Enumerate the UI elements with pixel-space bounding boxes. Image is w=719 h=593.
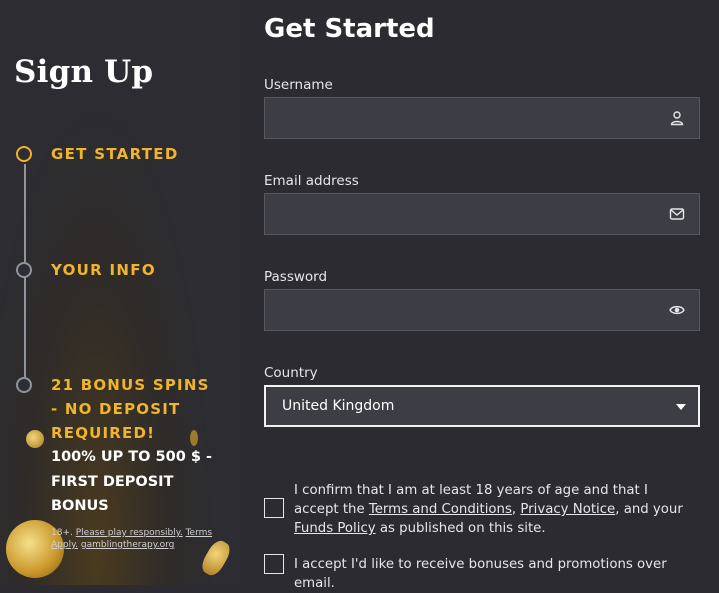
email-field[interactable] (264, 193, 700, 235)
fineprint: 18+. Please play responsibly. Terms Appl… (51, 527, 221, 551)
username-label: Username (264, 77, 333, 93)
password-field[interactable] (264, 289, 700, 331)
user-icon (670, 111, 684, 126)
email-input[interactable] (265, 194, 677, 234)
page-title: Get Started (264, 14, 435, 44)
email-label: Email address (264, 173, 359, 189)
age-terms-checkbox[interactable] (264, 498, 284, 518)
consent-text-part: as published on this site. (379, 521, 546, 536)
bonus-detail: 100% UP TO 500 $ - FIRST DEPOSIT BONUS (51, 449, 213, 514)
country-selected-value: United Kingdom (282, 398, 395, 414)
age-notice: 18+. (51, 528, 73, 538)
password-input[interactable] (265, 290, 677, 330)
eye-icon[interactable] (669, 302, 685, 318)
step-label-your-info: YOUR INFO (51, 261, 156, 279)
age-terms-consent-text: I confirm that I am at least 18 years of… (294, 481, 694, 538)
username-input[interactable] (265, 98, 677, 138)
terms-conditions-link[interactable]: Terms and Conditions (369, 502, 512, 517)
envelope-icon (669, 208, 685, 220)
chevron-down-icon (676, 404, 686, 410)
gamblingtherapy-link[interactable]: gamblingtherapy.org (81, 540, 175, 550)
email-promotions-checkbox[interactable] (264, 554, 284, 574)
coin-decoration (190, 430, 198, 446)
country-label: Country (264, 365, 318, 381)
coin-decoration (26, 430, 44, 448)
consent-text-part: , and your (615, 502, 683, 517)
step-indicator-get-started (16, 146, 32, 162)
password-label: Password (264, 269, 328, 285)
sidebar-panel: Sign Up GET STARTED YOUR INFO 21 BONUS S… (0, 0, 240, 585)
funds-policy-link[interactable]: Funds Policy (294, 521, 376, 536)
consent-text-part: , (511, 502, 517, 517)
privacy-notice-link[interactable]: Privacy Notice (520, 502, 615, 517)
country-select[interactable]: United Kingdom (264, 385, 700, 427)
email-promotions-text: I accept I'd like to receive bonuses and… (294, 557, 667, 591)
step-indicator-bonus (16, 377, 32, 393)
username-field[interactable] (264, 97, 700, 139)
step-indicator-your-info (16, 262, 32, 278)
sidebar-title: Sign Up (14, 54, 154, 90)
step-label-get-started: GET STARTED (51, 145, 179, 163)
play-responsibly-link[interactable]: Please play responsibly. (76, 528, 183, 538)
